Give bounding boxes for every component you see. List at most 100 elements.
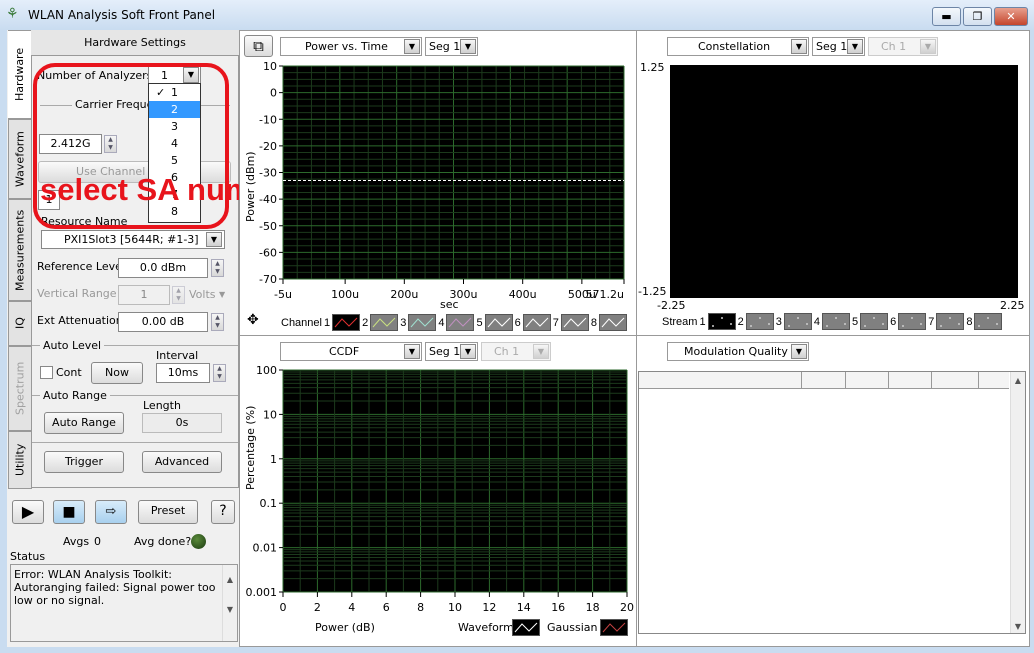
tab-iq[interactable]: IQ — [8, 301, 32, 346]
select-value: Power vs. Time — [305, 40, 388, 53]
chevron-down-icon: ▼ — [404, 344, 420, 359]
resource-name-select[interactable]: PXI1Slot3 [5644R; #1-3] ▼ — [41, 230, 225, 249]
y-tick-label: -30 — [259, 167, 277, 180]
spinner-icon[interactable]: ▲ ▼ — [213, 364, 226, 382]
column-header[interactable] — [846, 372, 889, 388]
modq-scrollbar[interactable]: ▲ ▼ — [1010, 372, 1025, 633]
reference-level-label: Reference Level — [37, 260, 125, 273]
constellation-plot[interactable] — [670, 65, 1018, 298]
pvt-plot[interactable]: 100-10-20-30-40-50-60-70-5u 100u 200u 300u 4… — [240, 60, 635, 310]
column-header[interactable] — [979, 372, 1009, 388]
x-tick-label: 571.2u — [586, 288, 624, 301]
spinner-icon[interactable]: ▲ ▼ — [211, 313, 224, 331]
constellation-seg-select[interactable]: Seg 1 ▼ — [812, 37, 865, 56]
spinner-icon[interactable]: ▲ ▼ — [211, 259, 224, 277]
channel-label: 5 — [476, 316, 483, 329]
reference-level-field[interactable]: 0.0 dBm — [118, 258, 208, 278]
y-tick-label: -70 — [259, 273, 277, 286]
stream-swatch[interactable] — [783, 313, 812, 330]
stream-label: 3 — [775, 315, 782, 328]
tab-hardware[interactable]: Hardware — [8, 30, 32, 119]
ext-attenuation-field[interactable]: 0.00 dB — [118, 312, 208, 332]
chevron-down-icon[interactable]: ▼ — [219, 290, 225, 299]
chevron-down-icon: ▼ — [533, 344, 549, 359]
stream-swatch[interactable] — [860, 313, 889, 330]
status-textbox[interactable]: Error: WLAN Analysis Toolkit: Autorangin… — [10, 564, 238, 642]
x-tick-label: 8 — [417, 601, 424, 614]
avg-done-led — [191, 534, 206, 549]
constellation-view-select[interactable]: Constellation ▼ — [667, 37, 809, 56]
minimize-button[interactable]: ▬ — [932, 7, 961, 26]
channel-swatch[interactable] — [522, 314, 551, 331]
status-scrollbar[interactable]: ▲ ▼ — [222, 565, 237, 641]
advanced-button[interactable]: Advanced — [142, 451, 222, 473]
stop-button[interactable]: ■ — [53, 500, 85, 524]
stream-swatch[interactable] — [936, 313, 965, 330]
x-tick-label: 200u — [390, 288, 418, 301]
pvt-view-select[interactable]: Power vs. Time ▼ — [280, 37, 422, 56]
ccdf-seg-select[interactable]: Seg 1 ▼ — [425, 342, 478, 361]
ccdf-plot[interactable]: 100 10 1 0.1 0.01 0.0010 2 4 6 8 10 12 14 16 18 20 — [240, 362, 635, 617]
interval-field[interactable]: 10ms — [156, 363, 210, 383]
restore-button[interactable]: ❐ — [963, 7, 992, 26]
y-tick-label: -10 — [259, 113, 277, 126]
channel-swatch[interactable] — [484, 314, 513, 331]
run-button[interactable]: ▶ — [12, 500, 44, 524]
vertical-range-unit[interactable]: Volts — [189, 288, 216, 301]
y-tick-label: -60 — [259, 246, 277, 259]
stream-swatch[interactable] — [898, 313, 927, 330]
channel-swatch[interactable] — [598, 314, 627, 331]
chevron-down-icon: ▼ — [920, 39, 936, 54]
y-tick-label: 0 — [270, 87, 277, 100]
tab-spectrum[interactable]: Spectrum — [8, 346, 32, 431]
constellation-ymin: -1.25 — [638, 285, 667, 298]
column-header[interactable] — [889, 372, 932, 388]
column-header[interactable] — [802, 372, 846, 388]
tab-measurements[interactable]: Measurements — [8, 199, 32, 301]
tab-label: Waveform — [13, 131, 27, 187]
stream-swatch[interactable] — [745, 313, 774, 330]
stream-swatch[interactable] — [707, 313, 736, 330]
trigger-button[interactable]: Trigger — [44, 451, 124, 473]
channel-swatch[interactable] — [370, 314, 399, 331]
column-header[interactable] — [639, 372, 802, 388]
tab-label: Hardware — [13, 47, 26, 102]
constellation-xmax: 2.25 — [1000, 299, 1025, 312]
now-button[interactable]: Now — [91, 362, 143, 384]
stream-swatch[interactable] — [974, 313, 1003, 330]
column-header[interactable] — [932, 372, 979, 388]
modq-table[interactable]: ▲ ▼ — [638, 371, 1026, 634]
ccdf-view-select[interactable]: CCDF ▼ — [280, 342, 422, 361]
x-tick-label: 14 — [517, 601, 531, 614]
channel-swatch[interactable] — [560, 314, 589, 331]
chevron-down-icon: ▼ — [791, 344, 807, 359]
tab-label: Spectrum — [13, 361, 27, 416]
stream-swatch[interactable] — [821, 313, 850, 330]
channel-swatch[interactable] — [446, 314, 475, 331]
continuous-button[interactable]: ⇨ — [95, 500, 127, 524]
ccdf-ch-select[interactable]: Ch 1 ▼ — [481, 342, 551, 361]
stream-label: 8 — [966, 315, 973, 328]
modq-view-select[interactable]: Modulation Quality ▼ — [667, 342, 809, 361]
channel-swatch[interactable] — [332, 314, 361, 331]
tab-waveform[interactable]: Waveform — [8, 119, 32, 199]
spinner-icon[interactable]: ▲ ▼ — [172, 286, 185, 304]
legend-gaussian-swatch[interactable] — [600, 619, 628, 636]
auto-range-button[interactable]: Auto Range — [44, 412, 124, 434]
channel-swatch[interactable] — [408, 314, 437, 331]
pvt-seg-select[interactable]: Seg 1 ▼ — [425, 37, 478, 56]
play-icon: ▶ — [21, 502, 35, 521]
select-value: CCDF — [329, 345, 360, 358]
x-tick-label: 12 — [482, 601, 496, 614]
close-button[interactable]: ✕ — [994, 7, 1028, 26]
window-title: WLAN Analysis Soft Front Panel — [28, 8, 216, 22]
constellation-ch-select[interactable]: Ch 1 ▼ — [868, 37, 938, 56]
preset-button[interactable]: Preset — [138, 500, 198, 524]
vertical-range-field[interactable]: 1 — [118, 285, 170, 305]
tab-utility[interactable]: Utility — [8, 431, 32, 489]
legend-waveform-swatch[interactable] — [512, 619, 540, 636]
cont-checkbox[interactable] — [40, 366, 53, 379]
help-button[interactable]: ? — [211, 500, 235, 524]
pan-icon[interactable]: ✥ — [247, 312, 259, 328]
popout-button[interactable]: ⧉ — [244, 35, 273, 57]
